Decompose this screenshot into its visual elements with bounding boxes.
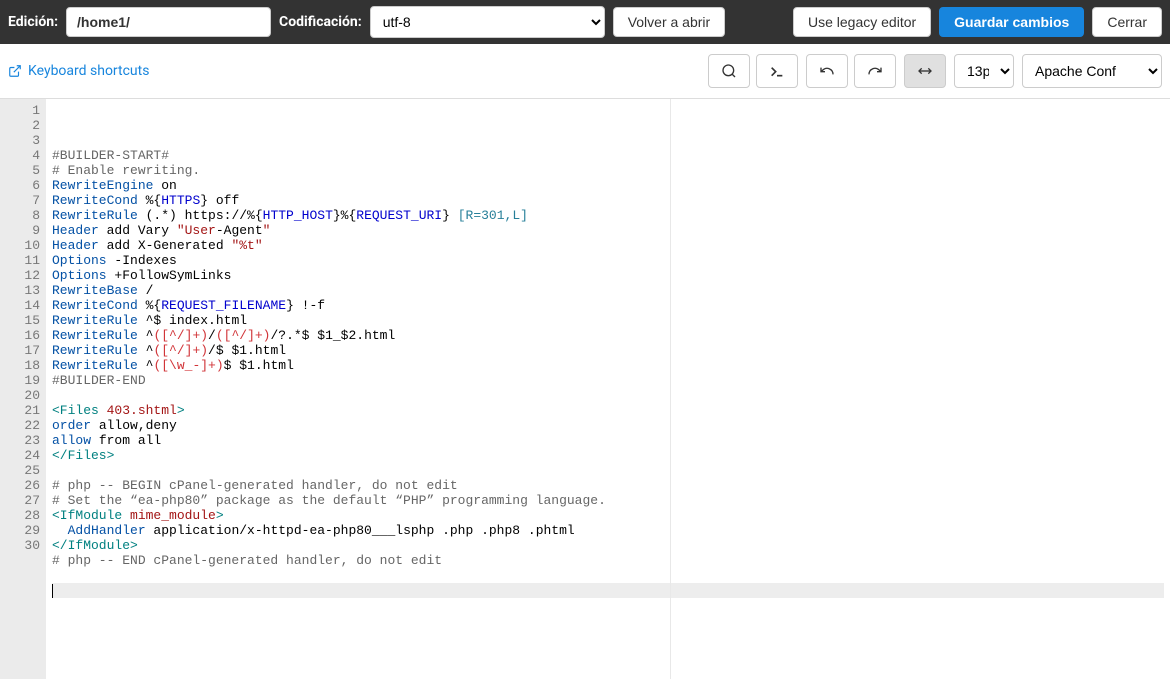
line-number: 9 xyxy=(4,223,40,238)
edit-label: Edición: xyxy=(8,14,58,30)
wrap-icon xyxy=(917,63,933,79)
line-number: 10 xyxy=(4,238,40,253)
line-number: 5 xyxy=(4,163,40,178)
code-line[interactable]: # Set the “ea-php80” package as the defa… xyxy=(52,493,1164,508)
line-gutter: 1234567891011121314151617181920212223242… xyxy=(0,99,46,679)
code-line[interactable]: <IfModule mime_module> xyxy=(52,508,1164,523)
code-line[interactable] xyxy=(52,568,1164,583)
line-number: 27 xyxy=(4,493,40,508)
code-line[interactable]: RewriteCond %{HTTPS} off xyxy=(52,193,1164,208)
encoding-label: Codificación: xyxy=(279,14,362,30)
code-line[interactable] xyxy=(52,463,1164,478)
code-line[interactable]: # php -- BEGIN cPanel-generated handler,… xyxy=(52,478,1164,493)
topbar: Edición: Codificación: utf-8 Volver a ab… xyxy=(0,0,1170,44)
line-number: 22 xyxy=(4,418,40,433)
syntax-select[interactable]: Apache Conf xyxy=(1022,54,1162,88)
code-line[interactable] xyxy=(52,583,1164,598)
undo-icon xyxy=(819,63,835,79)
line-number: 13 xyxy=(4,283,40,298)
code-line[interactable]: RewriteBase / xyxy=(52,283,1164,298)
code-line[interactable]: RewriteRule ^$ index.html xyxy=(52,313,1164,328)
code-editor[interactable]: 1234567891011121314151617181920212223242… xyxy=(0,99,1170,679)
code-line[interactable] xyxy=(52,388,1164,403)
code-line[interactable]: AddHandler application/x-httpd-ea-php80_… xyxy=(52,523,1164,538)
path-input[interactable] xyxy=(66,7,271,37)
line-number: 8 xyxy=(4,208,40,223)
encoding-select[interactable]: utf-8 xyxy=(370,6,605,38)
line-number: 4 xyxy=(4,148,40,163)
redo-icon xyxy=(867,63,883,79)
line-number: 15 xyxy=(4,313,40,328)
line-number: 26 xyxy=(4,478,40,493)
code-line[interactable]: RewriteRule (.*) https://%{HTTP_HOST}%{R… xyxy=(52,208,1164,223)
line-number: 14 xyxy=(4,298,40,313)
line-number: 3 xyxy=(4,133,40,148)
print-margin xyxy=(670,99,671,679)
keyboard-shortcuts-label: Keyboard shortcuts xyxy=(28,63,149,79)
external-link-icon xyxy=(8,64,22,78)
reopen-button[interactable]: Volver a abrir xyxy=(613,7,725,37)
code-line[interactable]: RewriteEngine on xyxy=(52,178,1164,193)
code-line[interactable]: order allow,deny xyxy=(52,418,1164,433)
wrap-button[interactable] xyxy=(904,54,946,88)
line-number: 18 xyxy=(4,358,40,373)
line-number: 17 xyxy=(4,343,40,358)
code-line[interactable]: RewriteRule ^([^/]+)/$ $1.html xyxy=(52,343,1164,358)
line-number: 20 xyxy=(4,388,40,403)
legacy-editor-button[interactable]: Use legacy editor xyxy=(793,7,931,37)
code-line[interactable]: # Enable rewriting. xyxy=(52,163,1164,178)
save-button[interactable]: Guardar cambios xyxy=(939,7,1084,37)
line-number: 7 xyxy=(4,193,40,208)
line-number: 12 xyxy=(4,268,40,283)
code-line[interactable]: </Files> xyxy=(52,448,1164,463)
line-number: 28 xyxy=(4,508,40,523)
fontsize-select[interactable]: 13px xyxy=(954,54,1014,88)
code-line[interactable]: RewriteCond %{REQUEST_FILENAME} !-f xyxy=(52,298,1164,313)
code-line[interactable]: RewriteRule ^([^/]+)/([^/]+)/?.*$ $1_$2.… xyxy=(52,328,1164,343)
line-number: 19 xyxy=(4,373,40,388)
code-line[interactable]: <Files 403.shtml> xyxy=(52,403,1164,418)
code-line[interactable]: RewriteRule ^([\w_-]+)$ $1.html xyxy=(52,358,1164,373)
terminal-button[interactable] xyxy=(756,54,798,88)
line-number: 16 xyxy=(4,328,40,343)
terminal-icon xyxy=(769,63,785,79)
code-line[interactable]: Header add Vary "User-Agent" xyxy=(52,223,1164,238)
code-line[interactable]: # php -- END cPanel-generated handler, d… xyxy=(52,553,1164,568)
line-number: 25 xyxy=(4,463,40,478)
code-line[interactable]: allow from all xyxy=(52,433,1164,448)
search-button[interactable] xyxy=(708,54,750,88)
code-line[interactable]: #BUILDER-END xyxy=(52,373,1164,388)
code-line[interactable]: </IfModule> xyxy=(52,538,1164,553)
line-number: 6 xyxy=(4,178,40,193)
line-number: 24 xyxy=(4,448,40,463)
undo-button[interactable] xyxy=(806,54,848,88)
line-number: 21 xyxy=(4,403,40,418)
code-line[interactable]: Options -Indexes xyxy=(52,253,1164,268)
line-number: 11 xyxy=(4,253,40,268)
line-number: 29 xyxy=(4,523,40,538)
close-button[interactable]: Cerrar xyxy=(1092,7,1162,37)
code-line[interactable]: Header add X-Generated "%t" xyxy=(52,238,1164,253)
code-area[interactable]: #BUILDER-START## Enable rewriting.Rewrit… xyxy=(46,99,1170,679)
code-line[interactable]: #BUILDER-START# xyxy=(52,148,1164,163)
search-icon xyxy=(721,63,737,79)
line-number: 1 xyxy=(4,103,40,118)
keyboard-shortcuts-link[interactable]: Keyboard shortcuts xyxy=(8,63,149,79)
code-line[interactable]: Options +FollowSymLinks xyxy=(52,268,1164,283)
line-number: 23 xyxy=(4,433,40,448)
line-number: 2 xyxy=(4,118,40,133)
line-number: 30 xyxy=(4,538,40,553)
toolbar: Keyboard shortcuts 13px Apache Conf xyxy=(0,44,1170,99)
redo-button[interactable] xyxy=(854,54,896,88)
